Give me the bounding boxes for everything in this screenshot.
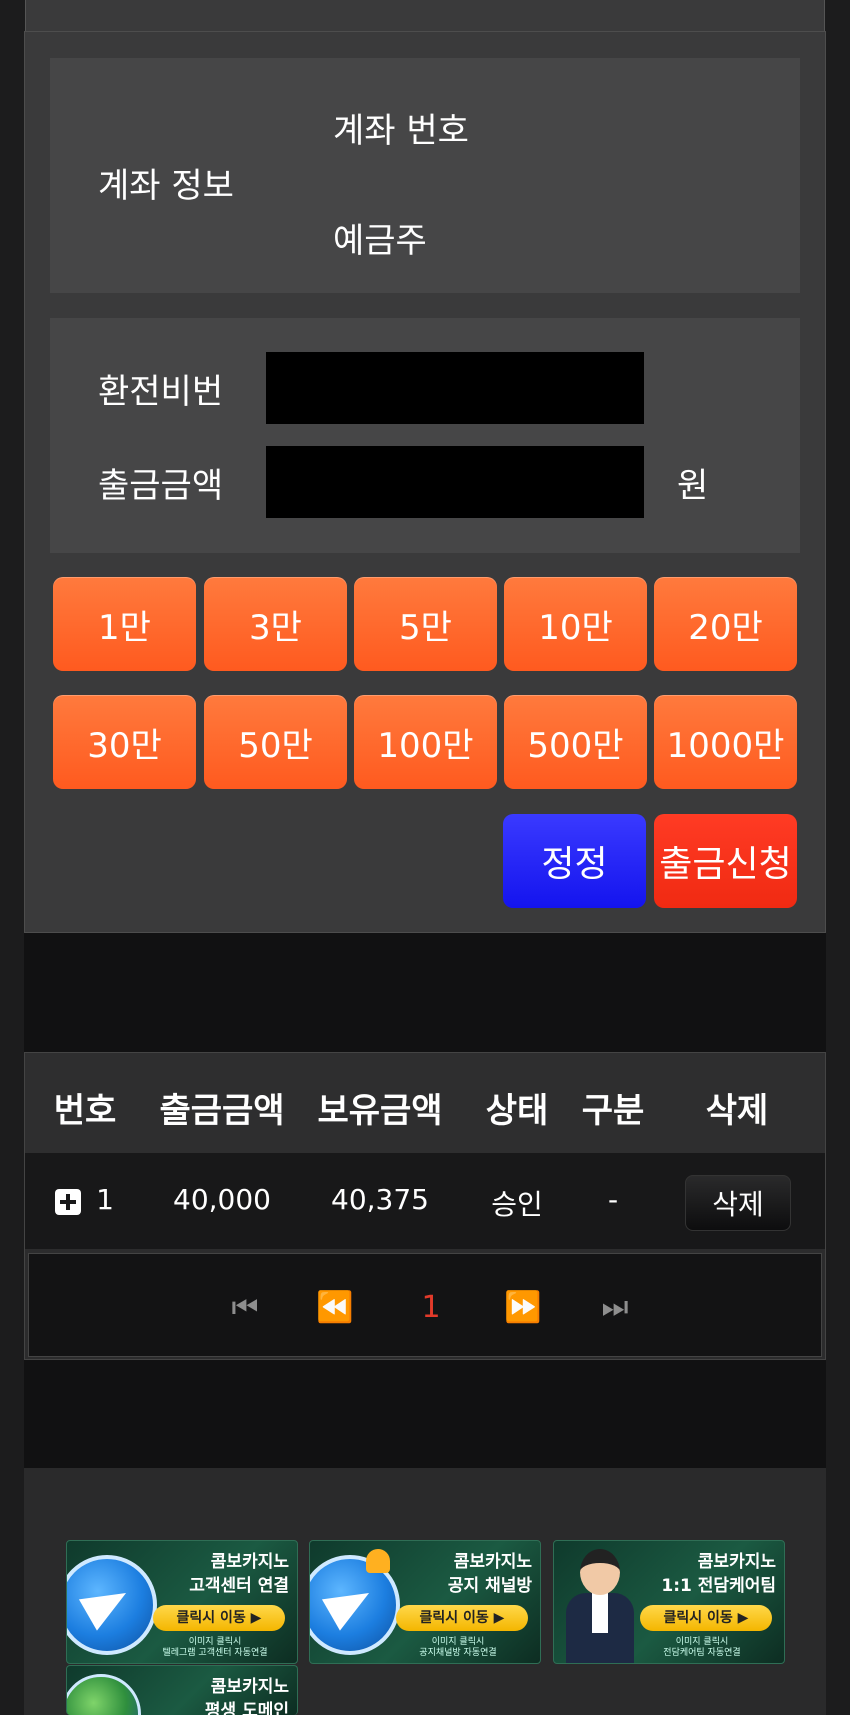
banner-subtitle: 고객센터 연결 xyxy=(189,1576,289,1596)
withdraw-amount-input[interactable] xyxy=(266,446,644,518)
exchange-password-label: 환전비번 xyxy=(98,372,224,412)
banner-subtitle: 1:1 전담케어팀 xyxy=(661,1576,776,1596)
account-info-box: 계좌 정보 계좌 번호 예금주 333 최호 xyxy=(50,58,800,293)
banner-title: 콤보카지노 xyxy=(210,1677,289,1697)
row-delete-button[interactable]: 삭제 xyxy=(685,1175,791,1231)
banner-subtitle: 공지 채널방 xyxy=(447,1576,532,1596)
depositor-label: 예금주 xyxy=(333,221,427,261)
column-header-status: 상태 xyxy=(485,1091,549,1131)
amount-button-10m[interactable]: 1000만 xyxy=(654,695,797,789)
withdrawal-history-table: 번호 출금금액 보유금액 상태 구분 삭제 1 40,000 40,375 승인… xyxy=(24,1052,826,1360)
banner-footnote-line-1: 이미지 클릭시 xyxy=(675,1637,729,1647)
fast-forward-icon[interactable]: ⏩ xyxy=(504,1290,541,1325)
globe-icon xyxy=(67,1674,141,1715)
banner-domain[interactable]: 콤보카지노 평생 도메인 xyxy=(66,1665,298,1715)
amount-button-5m[interactable]: 500만 xyxy=(504,695,647,789)
bell-icon xyxy=(366,1549,390,1573)
top-panel-edge xyxy=(25,0,825,32)
pagination: ⏮ ⏪ 1 ⏩ ⏭ xyxy=(28,1253,822,1357)
column-header-delete: 삭제 xyxy=(705,1091,769,1131)
banner-cta: 클릭시 이동 ▶ xyxy=(640,1605,772,1631)
rewind-icon[interactable]: ⏪ xyxy=(316,1290,353,1325)
banner-footnote: 이미지 클릭시 전담케어팀 자동연결 xyxy=(632,1637,772,1659)
amount-button-50k[interactable]: 5만 xyxy=(354,577,497,671)
row-status: 승인 xyxy=(491,1188,543,1221)
banner-title: 콤보카지노 xyxy=(210,1552,289,1572)
reset-button[interactable]: 정정 xyxy=(503,814,646,908)
exchange-password-input[interactable] xyxy=(266,352,644,424)
amount-button-1m[interactable]: 100만 xyxy=(354,695,497,789)
banner-subtitle: 평생 도메인 xyxy=(204,1701,289,1715)
banner-footnote: 이미지 클릭시 공지채널방 자동연결 xyxy=(388,1637,528,1659)
column-header-balance: 보유금액 xyxy=(317,1091,443,1131)
banner-care-team[interactable]: 콤보카지노 1:1 전담케어팀 클릭시 이동 ▶ 이미지 클릭시 전담케어팀 자동… xyxy=(553,1540,785,1664)
amount-button-30k[interactable]: 3만 xyxy=(204,577,347,671)
account-info-title: 계좌 정보 xyxy=(98,166,234,206)
section-spacer-2 xyxy=(24,1360,826,1468)
withdrawal-page: 계좌 정보 계좌 번호 예금주 333 최호 환전비번 출금금액 원 1만 3만… xyxy=(0,0,850,1715)
banner-footnote-line-2: 공지채널방 자동연결 xyxy=(419,1648,497,1658)
column-header-withdraw-amount: 출금금액 xyxy=(159,1091,285,1131)
row-number: 1 xyxy=(96,1183,114,1216)
withdraw-request-button[interactable]: 출금신청 xyxy=(654,814,797,908)
banner-title: 콤보카지노 xyxy=(453,1552,532,1572)
skip-first-icon[interactable]: ⏮ xyxy=(232,1290,259,1325)
withdraw-amount-label: 출금금액 xyxy=(98,466,224,506)
column-header-type: 구분 xyxy=(581,1091,645,1131)
table-header: 번호 출금금액 보유금액 상태 구분 삭제 xyxy=(25,1053,825,1153)
amount-button-10k[interactable]: 1만 xyxy=(53,577,196,671)
amount-button-300k[interactable]: 30만 xyxy=(53,695,196,789)
agent-avatar-icon xyxy=(562,1549,638,1663)
banner-customer-center[interactable]: 콤보카지노 고객센터 연결 클릭시 이동 ▶ 이미지 클릭시 텔레그램 고객센터 … xyxy=(66,1540,298,1664)
row-type: - xyxy=(607,1183,619,1216)
banner-footnote-line-2: 전담케어팀 자동연결 xyxy=(663,1648,741,1658)
section-spacer xyxy=(24,933,826,1053)
row-balance: 40,375 xyxy=(331,1183,429,1216)
banner-title: 콤보카지노 xyxy=(697,1552,776,1572)
banner-footnote-line-1: 이미지 클릭시 xyxy=(188,1637,242,1647)
currency-unit: 원 xyxy=(677,466,709,506)
withdraw-form: 환전비번 출금금액 원 xyxy=(50,318,800,553)
amount-button-100k[interactable]: 10만 xyxy=(504,577,647,671)
banner-notice-channel[interactable]: 콤보카지노 공지 채널방 클릭시 이동 ▶ 이미지 클릭시 공지채널방 자동연결 xyxy=(309,1540,541,1664)
table-row: 1 40,000 40,375 승인 - 삭제 xyxy=(25,1153,825,1249)
banner-footnote-line-1: 이미지 클릭시 xyxy=(431,1637,485,1647)
amount-button-500k[interactable]: 50만 xyxy=(204,695,347,789)
banner-cta: 클릭시 이동 ▶ xyxy=(396,1605,528,1631)
amount-button-200k[interactable]: 20만 xyxy=(654,577,797,671)
banner-cta: 클릭시 이동 ▶ xyxy=(153,1605,285,1631)
banner-footnote: 이미지 클릭시 텔레그램 고객센터 자동연결 xyxy=(145,1637,285,1659)
banner-footnote-line-2: 텔레그램 고객센터 자동연결 xyxy=(162,1648,268,1658)
column-header-number: 번호 xyxy=(53,1091,117,1131)
row-withdraw-amount: 40,000 xyxy=(173,1183,271,1216)
page-number-current[interactable]: 1 xyxy=(421,1290,440,1325)
account-number-label: 계좌 번호 xyxy=(333,111,469,151)
expand-plus-icon[interactable] xyxy=(55,1189,81,1215)
skip-last-icon[interactable]: ⏭ xyxy=(602,1290,629,1325)
